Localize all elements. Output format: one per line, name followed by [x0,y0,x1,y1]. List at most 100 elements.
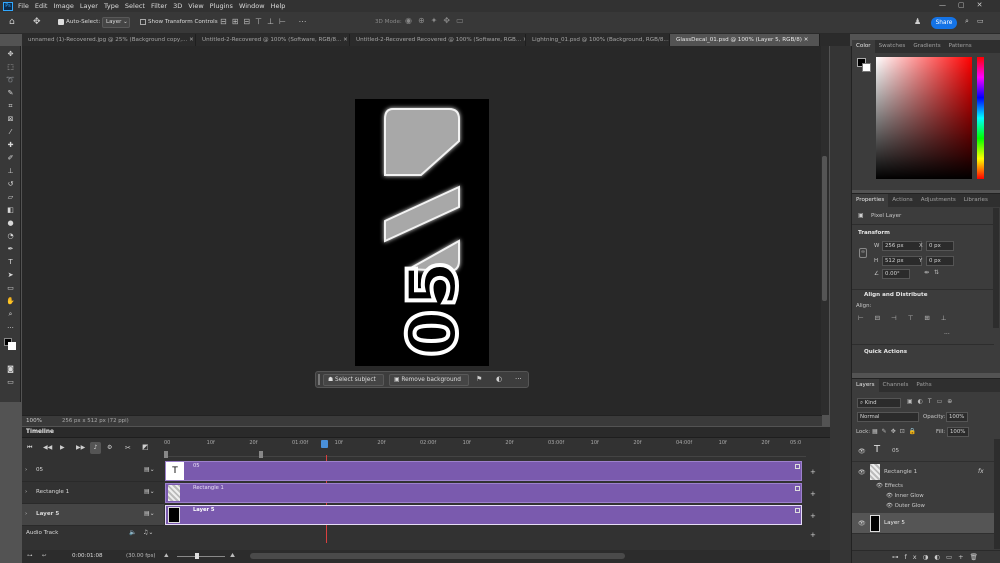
track-menu-icon[interactable]: ▤⌄ [144,466,155,473]
tab-document-active[interactable]: GlassDecal_01.psd @ 100% (Layer 5, RGB/8… [670,34,820,46]
playback-settings-icon[interactable]: ⚙ [107,444,112,451]
zoom-slider-thumb[interactable] [195,553,199,559]
expand-chevron-icon[interactable]: › [25,489,27,495]
expand-chevron-icon[interactable]: › [25,511,27,517]
layer-row-rectangle-1[interactable]: 👁 Rectangle 1 fx [852,462,997,483]
show-transform-checkbox[interactable] [140,19,146,25]
clone-stamp-tool-icon[interactable]: ⊥ [5,166,16,176]
tab-layers[interactable]: Layers [852,379,879,392]
mute-icon[interactable]: 🔈 [129,529,136,536]
zoom-tool-icon[interactable]: ⌕ [5,309,16,319]
x-field[interactable]: 0 px [926,241,954,251]
quick-mask-icon[interactable]: ◙ [5,364,16,374]
add-media-icon[interactable]: + [810,512,816,520]
menu-layer[interactable]: Layer [80,2,98,10]
search-icon[interactable]: ⌕ [965,17,969,26]
playhead-handle[interactable] [321,440,328,448]
play-icon[interactable]: ▶ [60,444,65,451]
link-dimensions-icon[interactable]: ∞ [859,248,867,258]
align-buttons[interactable]: ⊢⊟⊣⊤⊞⊥ [858,314,958,322]
eraser-tool-icon[interactable]: ▱ [5,192,16,202]
layer-row-layer-5[interactable]: 👁 Layer 5 [852,513,997,534]
track-menu-icon[interactable]: ▤⌄ [144,510,155,517]
menu-window[interactable]: Window [239,2,265,10]
zoom-slider-track[interactable] [177,556,225,557]
mask-icon[interactable]: ◐ [496,375,502,383]
menu-filter[interactable]: Filter [151,2,167,10]
tab-document-1[interactable]: unnamed (1)-Recovered.jpg @ 25% (Backgro… [22,34,196,46]
layer-action-icons[interactable]: ⊶fx◑◐▭+🗑 [892,553,984,561]
window-controls[interactable]: —▢✕ [939,1,994,9]
3d-mode-icons[interactable]: ◉⊕✦✥▭ [405,16,470,25]
tab-patterns[interactable]: Patterns [945,40,976,53]
filter-type-icons[interactable]: ▣◐T▭⊕ [907,398,957,405]
zoom-out-icon[interactable]: ⛰ [164,553,169,560]
lasso-tool-icon[interactable]: ➰ [5,75,16,85]
tab-channels[interactable]: Channels [879,379,913,392]
outer-glow-row[interactable]: 👁 Outer Glow [886,503,925,509]
work-area-end-handle[interactable] [259,451,263,458]
clip-end-marker[interactable] [795,508,800,513]
blur-tool-icon[interactable]: ● [5,218,16,228]
menu-edit[interactable]: Edit [35,2,48,10]
split-clip-icon[interactable]: ✂ [125,444,131,452]
move-tool-icon[interactable]: ✥ [5,49,16,59]
auto-select-checkbox[interactable] [58,19,64,25]
inner-glow-eye-icon[interactable]: 👁 [886,493,895,499]
tab-properties[interactable]: Properties [852,194,889,207]
clip-05[interactable]: T 05 [165,461,802,481]
select-subject-button[interactable]: ☗ Select subject [323,374,384,386]
hue-slider[interactable] [977,57,984,179]
fill-field[interactable]: 100% [947,427,969,437]
blend-mode-dropdown[interactable]: Normal [857,412,919,422]
align-buttons[interactable]: ⊟⊞⊟⊤⊥⊢ ⋯ [220,17,312,26]
scrollbar-thumb[interactable] [822,156,827,301]
tab-color[interactable]: Color [852,40,875,53]
workspace-icon[interactable]: ▭ [977,17,984,25]
canvas-vertical-scrollbar[interactable] [821,46,829,415]
menu-3d[interactable]: 3D [173,2,182,10]
frame-tool-icon[interactable]: ⊠ [5,114,16,124]
menu-select[interactable]: Select [125,2,145,10]
rectangle-tool-icon[interactable]: ▭ [5,283,16,293]
auto-select-dropdown[interactable]: Layer ⌄ [102,17,130,28]
more-align-options[interactable]: ··· [944,331,950,338]
hand-tool-icon[interactable]: ✋ [5,296,16,306]
zoom-in-icon[interactable]: ⛰ [230,552,235,560]
next-frame-icon[interactable]: ▶▶ [76,444,85,451]
tab-document-4[interactable]: Lightning_01.psd @ 100% (Background, RGB… [526,34,670,46]
menu-help[interactable]: Help [271,2,286,10]
remove-background-button[interactable]: ▣ Remove background [389,374,469,386]
tab-paths[interactable]: Paths [912,379,935,392]
zoom-level[interactable]: 100% [26,418,42,424]
flag-icon[interactable]: ⚑ [476,375,482,383]
tab-actions[interactable]: Actions [888,194,916,207]
document-canvas[interactable]: 05 [355,99,489,366]
tab-gradients[interactable]: Gradients [909,40,944,53]
menu-file[interactable]: File [18,2,29,10]
type-tool-icon[interactable]: T [5,257,16,267]
history-brush-tool-icon[interactable]: ↺ [5,179,16,189]
convert-icon[interactable]: ↩ [42,553,47,559]
opacity-field[interactable]: 100% [946,412,968,422]
visibility-eye-icon[interactable]: 👁 [858,469,866,476]
menu-type[interactable]: Type [104,2,119,10]
profile-icon[interactable]: ♟ [914,17,921,26]
tab-document-3[interactable]: Untitled-2-Recovered Recovered @ 100% (S… [350,34,526,46]
menu-view[interactable]: View [188,2,203,10]
more-options-button[interactable]: ··· [515,375,522,383]
add-audio-icon[interactable]: + [810,531,816,539]
menu-plugins[interactable]: Plugins [210,2,233,10]
clip-layer-5[interactable]: Layer 5 [165,505,802,525]
healing-brush-tool-icon[interactable]: ✚ [5,140,16,150]
audio-toggle-icon[interactable]: ♪ [90,442,101,454]
audio-menu-icon[interactable]: ♫⌄ [143,529,153,536]
eyedropper-tool-icon[interactable]: ⁄ [5,127,16,137]
clip-rectangle-1[interactable]: Rectangle 1 [165,483,802,503]
layer-filter-dropdown[interactable]: ⌕ Kind [857,398,901,408]
track-row-05[interactable]: › 05 ▤⌄ [22,460,164,482]
expand-chevron-icon[interactable]: › [25,467,27,473]
color-picker-field[interactable] [876,57,972,179]
timeline-scrollbar[interactable] [250,553,625,559]
background-color-swatch[interactable] [862,63,871,72]
